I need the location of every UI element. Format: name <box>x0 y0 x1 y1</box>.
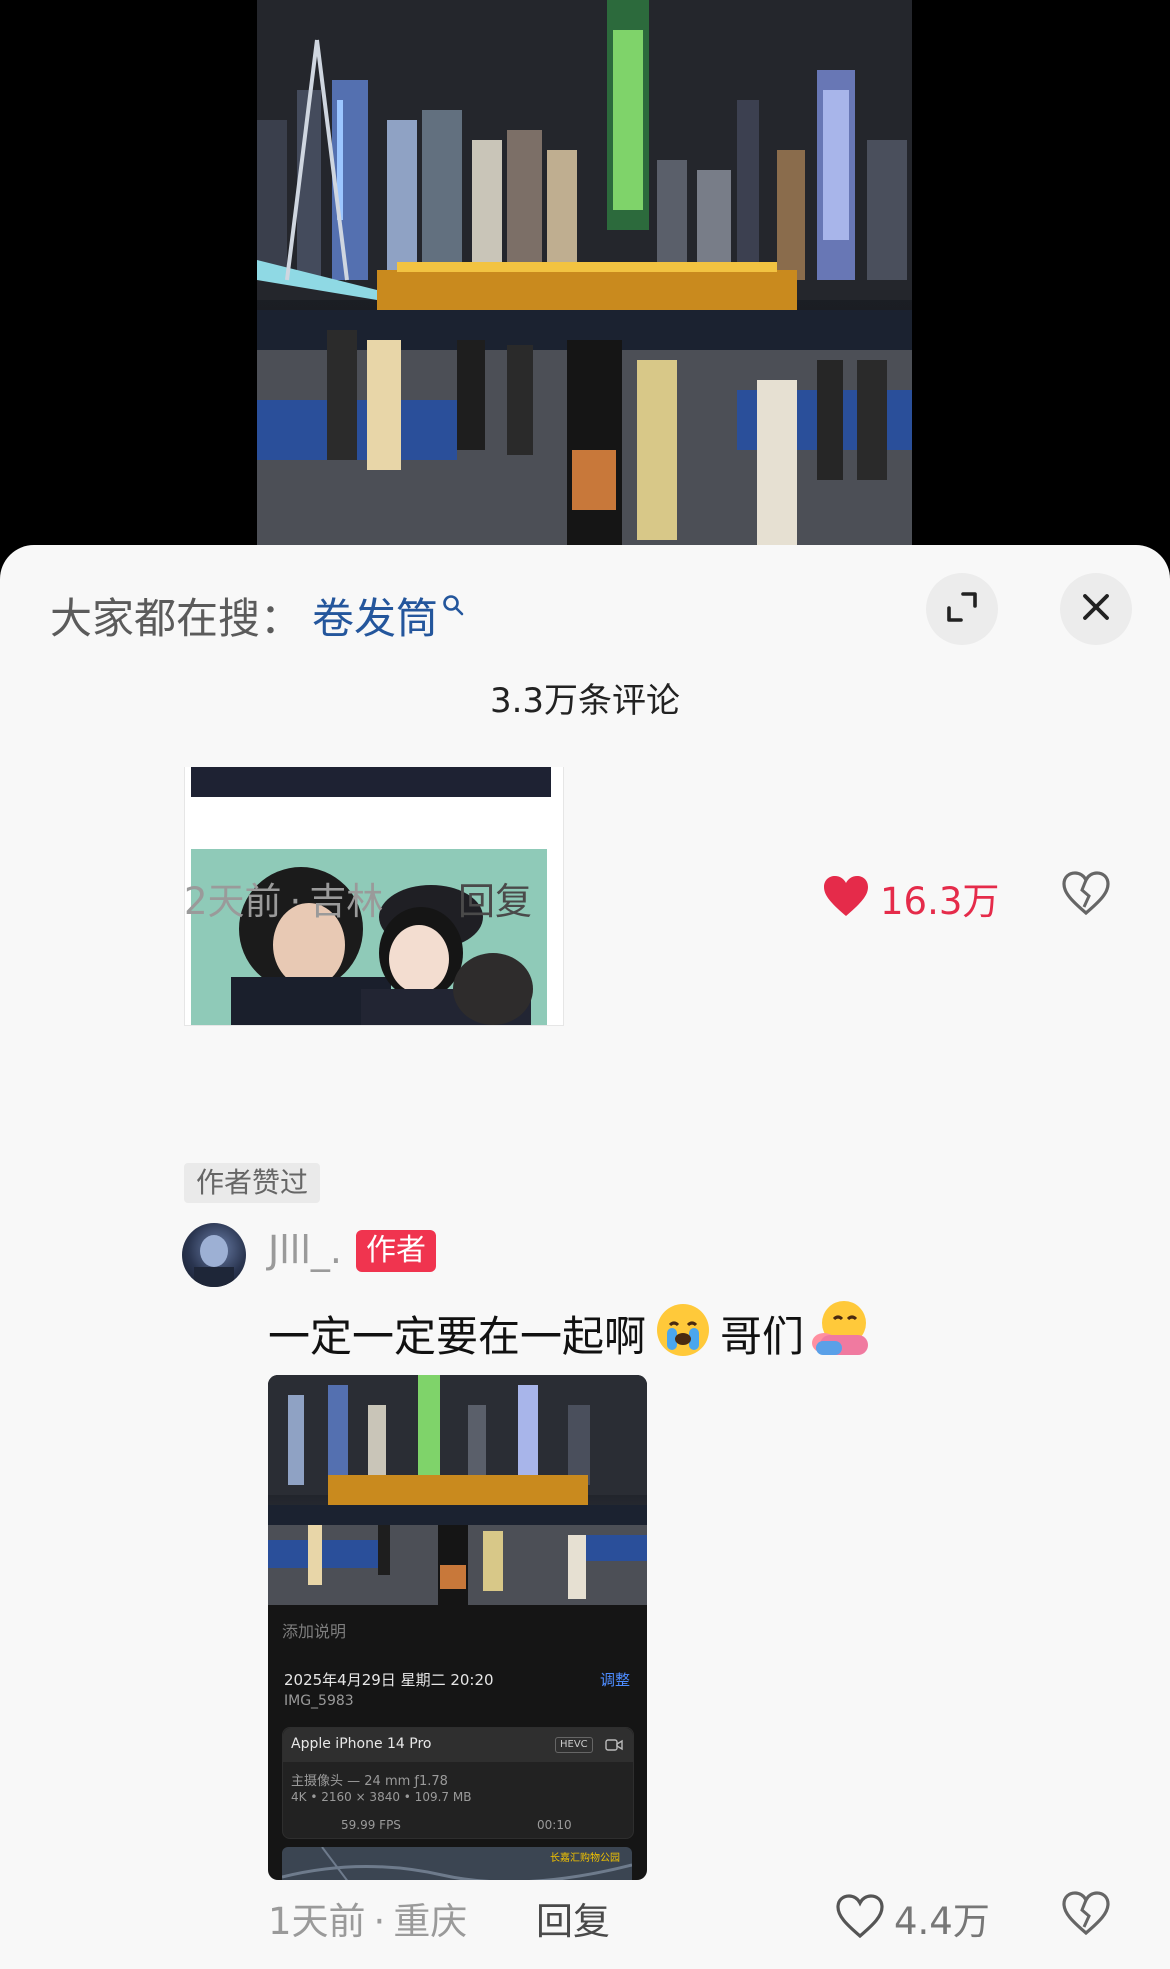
heart-outline-icon <box>836 1894 884 1942</box>
screenshot-device-row: Apple iPhone 14 Pro HEVC <box>283 1728 633 1762</box>
reply-like-button[interactable]: 4.4万 <box>836 1891 990 1945</box>
search-icon <box>442 594 464 620</box>
screenshot-duration: 00:10 <box>537 1818 572 1832</box>
author-badge: 作者 <box>356 1230 436 1272</box>
screenshot-city-photo <box>268 1375 647 1605</box>
reply-image-screenshot[interactable]: 添加说明 2025年4月29日 星期二 20:20 调整 IMG_5983 Ap… <box>268 1375 647 1880</box>
reply-dislike-button[interactable] <box>1062 1891 1110 1939</box>
video-player[interactable] <box>0 0 1170 560</box>
close-icon <box>1081 592 1111 626</box>
hugging-face-icon <box>810 1297 872 1369</box>
photo-top-strip <box>191 767 551 797</box>
heart-filled-icon <box>822 874 870 922</box>
comment-like-count: 16.3万 <box>880 880 1000 923</box>
avatar[interactable] <box>182 1223 246 1287</box>
reply-text-part1: 一定一定要在一起啊 <box>268 1311 647 1361</box>
crying-emoji-icon <box>652 1299 714 1367</box>
screenshot-info-card: Apple iPhone 14 Pro HEVC 主摄像头 — 24 mm ƒ1… <box>282 1727 634 1839</box>
broken-heart-icon <box>1062 1891 1110 1939</box>
search-suggestion[interactable]: 大家都在搜： 卷发筒 <box>50 585 464 645</box>
reply-location: 重庆 <box>393 1900 468 1943</box>
reply-like-count: 4.4万 <box>894 1900 990 1943</box>
screenshot-map-label: 长嘉汇购物公园 <box>550 1853 620 1864</box>
screenshot-codec: HEVC <box>555 1737 593 1753</box>
video-camera-icon <box>605 1737 623 1756</box>
search-suggestion-prefix: 大家都在搜： <box>50 593 303 643</box>
city-night-scene <box>257 0 912 560</box>
comment-count: 3.3万条评论 <box>489 681 681 721</box>
broken-heart-icon <box>1062 871 1110 919</box>
comment-location: 吉林 <box>309 880 384 923</box>
reply-username[interactable]: Jlll_. <box>268 1228 342 1272</box>
comment-like-button[interactable]: 16.3万 <box>822 871 999 925</box>
reply-meta: 1天前 · 重庆 <box>268 1900 468 1943</box>
reply-time: 1天前 <box>268 1900 366 1943</box>
comment-time: 2天前 <box>184 880 282 923</box>
screenshot-caption: 添加说明 <box>282 1622 347 1641</box>
reply-reply-button[interactable]: 回复 <box>536 1891 610 1945</box>
close-button[interactable] <box>1060 573 1132 645</box>
screenshot-adjust: 调整 <box>600 1671 631 1689</box>
screenshot-spec: 4K • 2160 × 3840 • 109.7 MB <box>291 1790 472 1804</box>
expand-icon <box>945 590 979 628</box>
author-liked-badge: 作者赞过 <box>184 1163 321 1203</box>
video-frame-night-city[interactable] <box>257 0 912 560</box>
reply-text-part2: 哥们 <box>720 1311 805 1361</box>
screenshot-fps: 59.99 FPS <box>341 1818 401 1832</box>
comment-sheet: 大家都在搜： 卷发筒 3.3万条评论 2天前 · 吉林 回复 16.3万 作者赞… <box>0 545 1170 1969</box>
screenshot-lens: 主摄像头 — 24 mm ƒ1.78 <box>291 1774 448 1789</box>
comment-dislike-button-wrap[interactable] <box>1062 871 1110 919</box>
screenshot-device: Apple iPhone 14 Pro <box>291 1736 432 1752</box>
comment-reply-button[interactable]: 回复 <box>458 871 532 925</box>
screenshot-date: 2025年4月29日 星期二 20:20 <box>284 1671 494 1689</box>
comment-meta: 2天前 · 吉林 <box>184 880 384 923</box>
reply-text: 一定一定要在一起啊 哥们 <box>268 1297 878 1369</box>
screenshot-map: 长嘉汇购物公园 <box>282 1847 632 1880</box>
expand-button[interactable] <box>926 573 998 645</box>
search-suggestion-term[interactable]: 卷发筒 <box>312 585 438 646</box>
screenshot-file: IMG_5983 <box>284 1693 354 1709</box>
